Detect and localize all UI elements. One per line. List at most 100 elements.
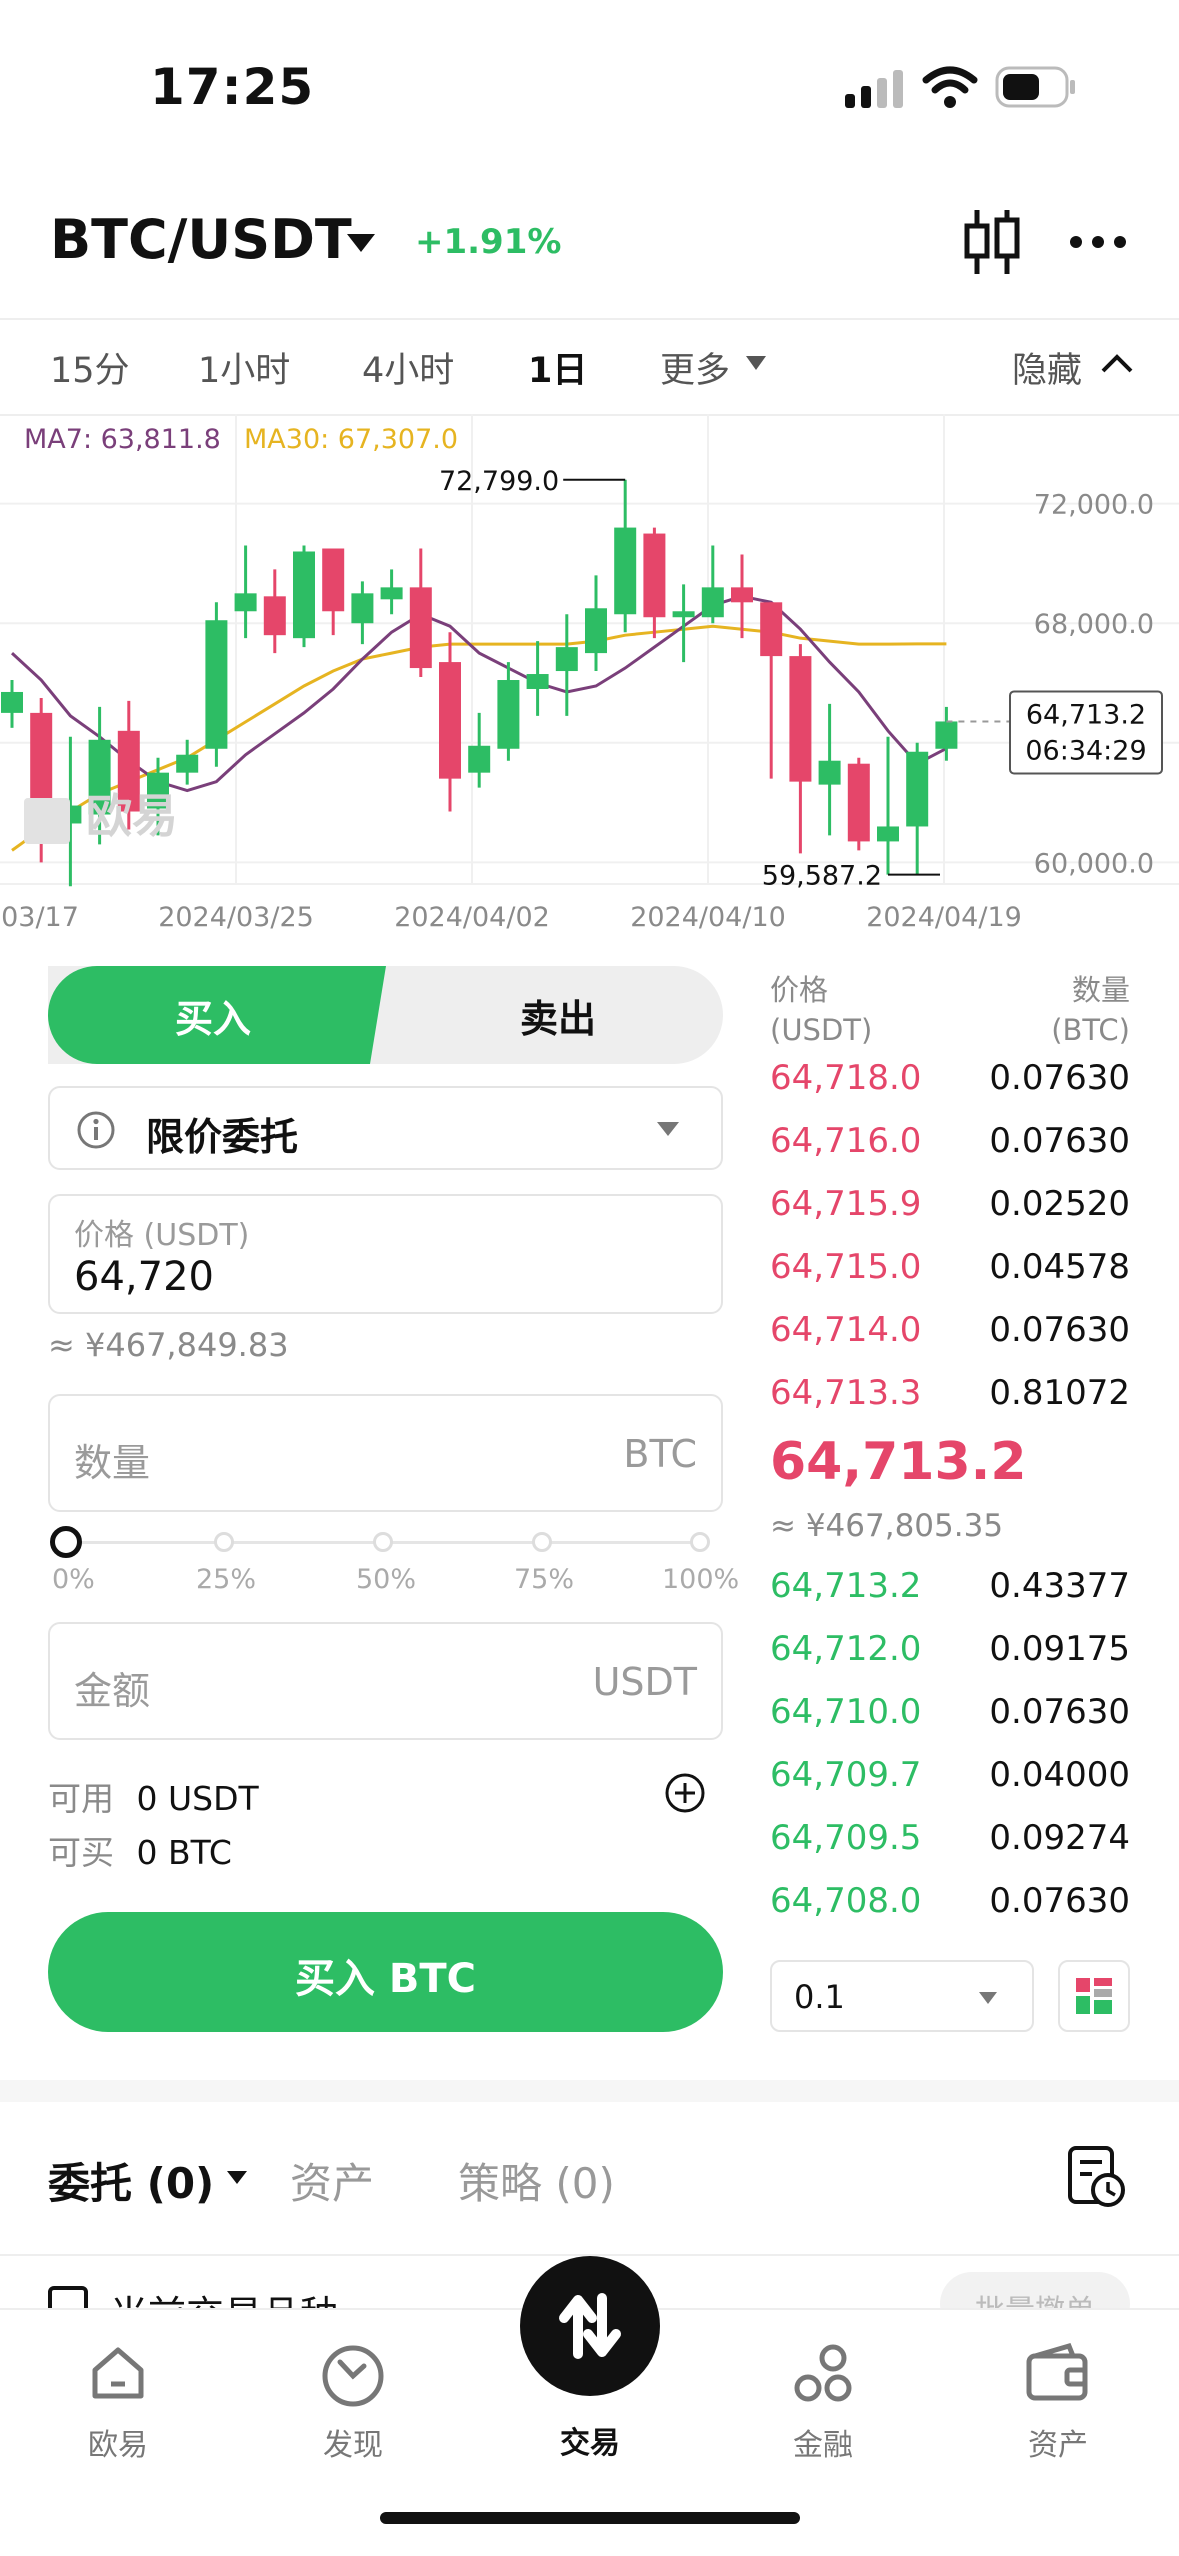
hide-chart-label[interactable]: 隐藏 <box>1012 342 1082 393</box>
slider-label-100: 100% <box>662 1564 740 1595</box>
ask-price: 64,713.3 <box>770 1373 922 1413</box>
x-tick-label: 2024/03/25 <box>158 902 314 933</box>
bid-row[interactable]: 64,712.0 0.09175 <box>770 1629 1130 1689</box>
tab-4h[interactable]: 4小时 <box>362 342 454 393</box>
price-cny: ≈ ¥467,849.83 <box>48 1326 289 1364</box>
bid-row[interactable]: 64,710.0 0.07630 <box>770 1692 1130 1752</box>
ask-row[interactable]: 64,713.3 0.81072 <box>770 1373 1130 1433</box>
amount-input[interactable]: 金额 USDT <box>48 1622 723 1740</box>
slider-mark-100[interactable] <box>690 1532 710 1552</box>
amount-unit: USDT <box>592 1660 697 1704</box>
bid-row[interactable]: 64,709.5 0.09274 <box>770 1818 1130 1878</box>
candlestick-chart[interactable]: 欧易 MA7: 63,811.8 MA30: 67,307.0 72,000.0 68,… <box>0 414 1179 952</box>
sell-tab[interactable]: 卖出 <box>393 988 723 1043</box>
candlestick-icon[interactable] <box>962 208 1022 276</box>
candle-body <box>351 593 374 624</box>
ask-row[interactable]: 64,716.0 0.07630 <box>770 1121 1130 1181</box>
tab-orders[interactable]: 委托 (0) <box>48 2150 214 2211</box>
candle-body <box>380 587 403 600</box>
bid-qty: 0.07630 <box>989 1881 1130 1921</box>
order-type-select[interactable]: 限价委托 <box>48 1086 723 1170</box>
depth-value: 0.1 <box>794 1978 845 2016</box>
nav-home-label: 欧易 <box>88 2428 148 2463</box>
quantity-input[interactable]: 数量 BTC <box>48 1394 723 1512</box>
ask-row[interactable]: 64,718.0 0.07630 <box>770 1058 1130 1118</box>
bid-row[interactable]: 64,713.2 0.43377 <box>770 1566 1130 1626</box>
chevron-up-icon[interactable] <box>1100 352 1134 378</box>
candle-body <box>468 745 491 773</box>
can-buy-label: 可买 <box>48 1833 114 1872</box>
more-icon[interactable] <box>1068 230 1128 254</box>
tab-1h[interactable]: 1小时 <box>198 342 290 393</box>
deposit-plus-icon[interactable] <box>664 1772 706 1818</box>
ask-qty: 0.07630 <box>989 1058 1130 1098</box>
nav-finance[interactable]: 金融 <box>743 2340 903 2464</box>
bid-row[interactable]: 64,709.7 0.04000 <box>770 1755 1130 1815</box>
y-tick-label: 60,000.0 <box>1034 848 1154 879</box>
x-tick-label: 2024/04/10 <box>630 902 786 933</box>
candle-body <box>234 593 257 612</box>
discover-icon <box>273 2340 433 2410</box>
candle-body <box>906 751 929 827</box>
slider-handle[interactable] <box>50 1526 82 1558</box>
nav-trade[interactable] <box>520 2256 660 2396</box>
trade-swap-icon <box>559 2293 621 2359</box>
buy-btc-button[interactable]: 买入 BTC <box>48 1912 723 2032</box>
ask-qty: 0.02520 <box>989 1184 1130 1224</box>
ask-row[interactable]: 64,714.0 0.07630 <box>770 1310 1130 1370</box>
pair-dropdown-icon[interactable] <box>345 232 377 254</box>
ask-price: 64,714.0 <box>770 1310 922 1350</box>
ob-qty-header-2: (BTC) <box>1051 1013 1130 1047</box>
ask-price: 64,715.0 <box>770 1247 922 1287</box>
last-price-cny: ≈ ¥467,805.35 <box>770 1508 1004 1544</box>
candle-body <box>847 763 870 842</box>
battery-icon <box>995 64 1077 110</box>
ask-row[interactable]: 64,715.9 0.02520 <box>770 1184 1130 1244</box>
ask-row[interactable]: 64,715.0 0.04578 <box>770 1247 1130 1307</box>
finance-icon <box>743 2340 903 2410</box>
percent-slider[interactable]: 0% 25% 50% 75% 100% <box>48 1524 739 1604</box>
slider-mark-75[interactable] <box>532 1532 552 1552</box>
ask-price: 64,715.9 <box>770 1184 922 1224</box>
order-history-icon[interactable] <box>1066 2144 1128 2214</box>
ob-price-header-2: (USDT) <box>770 1013 873 1047</box>
orders-dropdown-icon[interactable] <box>226 2170 248 2190</box>
ask-price: 64,718.0 <box>770 1058 922 1098</box>
candle-body <box>731 587 753 603</box>
nav-assets[interactable]: 资产 <box>978 2340 1138 2464</box>
pair-title[interactable]: BTC/USDT <box>50 208 352 271</box>
nav-home[interactable]: 欧易 <box>38 2340 198 2464</box>
slider-mark-50[interactable] <box>373 1532 393 1552</box>
last-price[interactable]: 64,713.2 <box>770 1432 1027 1492</box>
bid-qty: 0.04000 <box>989 1755 1130 1795</box>
bid-price: 64,709.7 <box>770 1755 922 1795</box>
buy-tab[interactable]: 买入 <box>48 988 378 1043</box>
bid-qty: 0.09274 <box>989 1818 1130 1858</box>
orderbook-layout-icon[interactable] <box>1058 1960 1130 2032</box>
tab-more[interactable]: 更多 <box>660 342 730 393</box>
tab-assets[interactable]: 资产 <box>290 2150 374 2211</box>
ask-qty: 0.04578 <box>989 1247 1130 1287</box>
section-divider <box>0 2080 1179 2102</box>
candle-body <box>322 548 345 612</box>
depth-select[interactable]: 0.1 <box>770 1960 1034 2032</box>
tab-1d[interactable]: 1日 <box>528 342 587 393</box>
candle-body <box>176 754 199 773</box>
nav-discover[interactable]: 发现 <box>273 2340 433 2464</box>
more-dropdown-icon[interactable] <box>744 354 768 376</box>
x-tick-label: 03/17 <box>1 902 79 933</box>
candle-body <box>526 674 549 689</box>
price-change: +1.91% <box>415 222 562 262</box>
bid-price: 64,713.2 <box>770 1566 922 1606</box>
bid-price: 64,708.0 <box>770 1881 922 1921</box>
buy-btc-button-label: 买入 BTC <box>294 1956 477 2002</box>
price-input[interactable]: 价格 (USDT) 64,720 <box>48 1194 723 1314</box>
bid-row[interactable]: 64,708.0 0.07630 <box>770 1881 1130 1941</box>
candle-body <box>643 533 666 618</box>
tab-15m[interactable]: 15分 <box>50 342 130 393</box>
tab-strategy[interactable]: 策略 (0) <box>458 2150 615 2211</box>
bid-price: 64,712.0 <box>770 1629 922 1669</box>
nav-assets-label: 资产 <box>1028 2428 1088 2463</box>
candle-body <box>789 656 812 782</box>
slider-mark-25[interactable] <box>214 1532 234 1552</box>
